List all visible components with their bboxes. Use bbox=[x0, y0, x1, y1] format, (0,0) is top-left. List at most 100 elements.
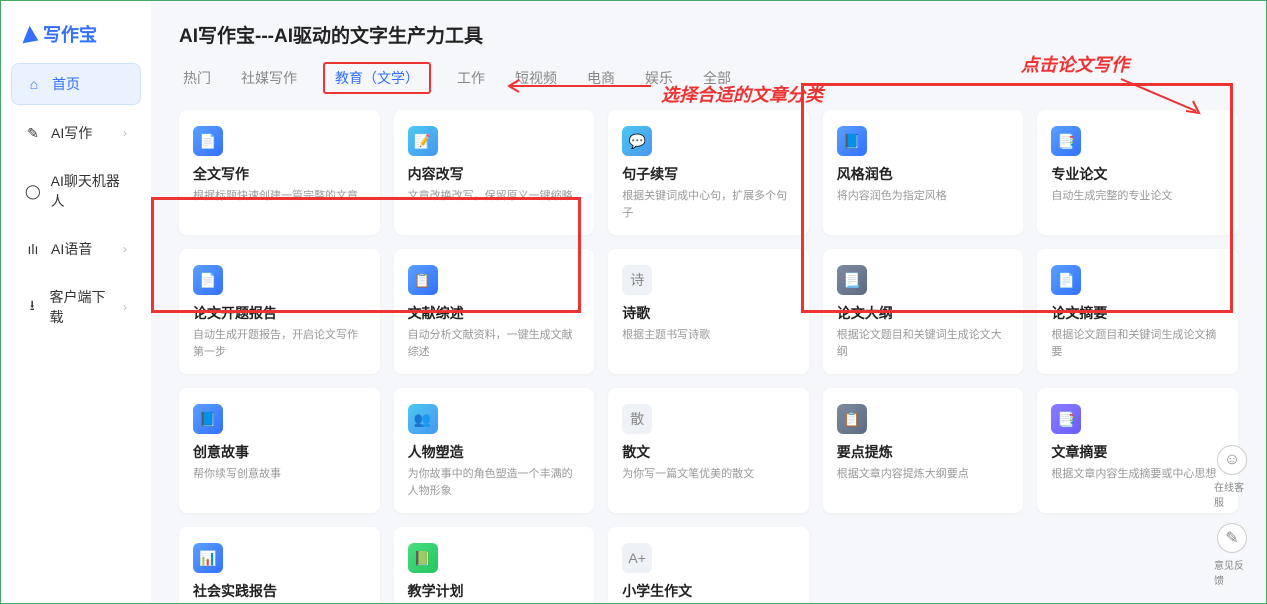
card-desc: 根据文章内容生成摘要或中心思想 bbox=[1051, 466, 1224, 483]
annotation-category: 选择合适的文章分类 bbox=[661, 81, 823, 107]
card-item[interactable]: 📗教学计划根据课程内容快速生成千字教案 bbox=[394, 527, 595, 603]
sidebar-item-download[interactable]: ⭳ 客户端下载 › bbox=[11, 277, 141, 337]
arrow-essay-icon bbox=[1111, 71, 1211, 121]
sidebar-item-ai-chat[interactable]: ◯ AI聊天机器人 bbox=[11, 161, 141, 221]
tab-hot[interactable]: 热门 bbox=[179, 62, 215, 94]
card-item[interactable]: 📑文章摘要根据文章内容生成摘要或中心思想 bbox=[1037, 388, 1238, 513]
sidebar-item-ai-voice[interactable]: ılı AI语音 › bbox=[11, 229, 141, 269]
card-title: 全文写作 bbox=[193, 164, 366, 184]
card-item[interactable]: 👥人物塑造为你故事中的角色塑造一个丰满的人物形象 bbox=[394, 388, 595, 513]
card-desc: 将内容润色为指定风格 bbox=[837, 188, 1010, 205]
card-icon: 📊 bbox=[193, 543, 223, 573]
card-item[interactable]: 💬 句子续写根据关键词成中心句，扩展多个句子 bbox=[608, 110, 809, 235]
headset-icon: ☺ bbox=[1217, 445, 1247, 475]
card-desc: 根据主题书写诗歌 bbox=[622, 327, 795, 344]
card-icon: 📃 bbox=[837, 265, 867, 295]
card-desc: 根据关键词成中心句，扩展多个句子 bbox=[622, 188, 795, 221]
card-title: 要点提炼 bbox=[837, 442, 1010, 462]
card-icon: 📄 bbox=[1051, 265, 1081, 295]
card-item[interactable]: 📊社会实践报告根据实践内容生成一篇实践报告 bbox=[179, 527, 380, 603]
brand-logo: 写作宝 bbox=[11, 13, 141, 55]
sidebar-item-label: AI聊天机器人 bbox=[51, 171, 127, 211]
card-desc: 文章改换改写，保留原义一键缩略 bbox=[408, 188, 581, 205]
card-icon: 散 bbox=[622, 404, 652, 434]
feedback-label: 意见反馈 bbox=[1214, 557, 1250, 587]
sidebar-item-label: AI语音 bbox=[51, 239, 92, 259]
card-desc: 根据文章内容提炼大纲要点 bbox=[837, 466, 1010, 483]
card-title: 论文大纲 bbox=[837, 303, 1010, 323]
card-title: 诗歌 bbox=[622, 303, 795, 323]
card-item[interactable]: 📋 文献综述自动分析文献资料，一键生成文献综述 bbox=[394, 249, 595, 374]
card-desc: 为你故事中的角色塑造一个丰满的人物形象 bbox=[408, 466, 581, 499]
card-item[interactable]: 📝 内容改写文章改换改写，保留原义一键缩略 bbox=[394, 110, 595, 235]
cards-grid: 📄 全文写作根据标题快速创建一篇完整的文章 📝 内容改写文章改换改写，保留原义一键缩略… bbox=[179, 110, 1238, 603]
chevron-right-icon: › bbox=[123, 242, 127, 256]
card-desc: 根据论文题目和关键词生成论文大纲 bbox=[837, 327, 1010, 360]
card-desc: 为你写一篇文笔优美的散文 bbox=[622, 466, 795, 483]
card-icon: 📗 bbox=[408, 543, 438, 573]
tab-work[interactable]: 工作 bbox=[453, 62, 489, 94]
arrow-category-icon bbox=[501, 71, 661, 101]
card-item[interactable]: 📘 风格润色将内容润色为指定风格 bbox=[823, 110, 1024, 235]
sidebar-item-ai-write[interactable]: ✎ AI写作 › bbox=[11, 113, 141, 153]
card-item[interactable]: 📄 全文写作根据标题快速创建一篇完整的文章 bbox=[179, 110, 380, 235]
card-item[interactable]: 诗诗歌根据主题书写诗歌 bbox=[608, 249, 809, 374]
feedback-button[interactable]: ✎ 意见反馈 bbox=[1214, 523, 1250, 587]
card-desc: 根据论文题目和关键词生成论文摘要 bbox=[1051, 327, 1224, 360]
card-desc: 自动分析文献资料，一键生成文献综述 bbox=[408, 327, 581, 360]
support-button[interactable]: ☺ 在线客服 bbox=[1214, 445, 1250, 509]
card-title: 论文开题报告 bbox=[193, 303, 366, 323]
card-desc: 自动生成开题报告，开启论文写作第一步 bbox=[193, 327, 366, 360]
chat-icon: ◯ bbox=[25, 183, 41, 199]
card-desc: 根据标题快速创建一篇完整的文章 bbox=[193, 188, 366, 205]
card-icon: A+ bbox=[622, 543, 652, 573]
card-icon: 📄 bbox=[193, 265, 223, 295]
card-item[interactable]: 📃 论文大纲根据论文题目和关键词生成论文大纲 bbox=[823, 249, 1024, 374]
card-item[interactable]: 📄 论文摘要根据论文题目和关键词生成论文摘要 bbox=[1037, 249, 1238, 374]
card-item[interactable]: A+小学生作文为中小学生作文题目提供优秀范文 bbox=[608, 527, 809, 603]
card-item[interactable]: 📑 专业论文自动生成完整的专业论文 bbox=[1037, 110, 1238, 235]
card-title: 小学生作文 bbox=[622, 581, 795, 601]
card-item[interactable]: 📋要点提炼根据文章内容提炼大纲要点 bbox=[823, 388, 1024, 513]
sidebar-item-label: 客户端下载 bbox=[50, 287, 113, 327]
card-item[interactable]: 📘 创意故事帮你续写创意故事 bbox=[179, 388, 380, 513]
logo-icon bbox=[20, 25, 39, 44]
card-title: 社会实践报告 bbox=[193, 581, 366, 601]
card-icon: 📘 bbox=[837, 126, 867, 156]
card-title: 风格润色 bbox=[837, 164, 1010, 184]
card-title: 文献综述 bbox=[408, 303, 581, 323]
card-title: 人物塑造 bbox=[408, 442, 581, 462]
card-icon: 📄 bbox=[193, 126, 223, 156]
card-title: 论文摘要 bbox=[1051, 303, 1224, 323]
tab-social[interactable]: 社媒写作 bbox=[237, 62, 301, 94]
card-desc: 自动生成完整的专业论文 bbox=[1051, 188, 1224, 205]
main-content: AI写作宝---AI驱动的文字生产力工具 热门 社媒写作 教育（文学） 工作 短… bbox=[151, 1, 1266, 603]
card-icon: 📘 bbox=[193, 404, 223, 434]
card-icon: 📑 bbox=[1051, 404, 1081, 434]
tab-education[interactable]: 教育（文学） bbox=[323, 62, 431, 94]
card-icon: 诗 bbox=[622, 265, 652, 295]
card-title: 创意故事 bbox=[193, 442, 366, 462]
card-icon: 📋 bbox=[408, 265, 438, 295]
floating-actions: ☺ 在线客服 ✎ 意见反馈 bbox=[1214, 445, 1250, 587]
card-icon: 📝 bbox=[408, 126, 438, 156]
card-item[interactable]: 散散文为你写一篇文笔优美的散文 bbox=[608, 388, 809, 513]
card-icon: 📑 bbox=[1051, 126, 1081, 156]
sidebar-item-label: 首页 bbox=[52, 74, 80, 94]
card-title: 专业论文 bbox=[1051, 164, 1224, 184]
brand-name: 写作宝 bbox=[43, 21, 97, 47]
audio-icon: ılı bbox=[25, 241, 41, 257]
card-item[interactable]: 📄 论文开题报告自动生成开题报告，开启论文写作第一步 bbox=[179, 249, 380, 374]
chevron-right-icon: › bbox=[123, 300, 127, 314]
card-title: 内容改写 bbox=[408, 164, 581, 184]
home-icon: ⌂ bbox=[26, 76, 42, 92]
download-icon: ⭳ bbox=[25, 299, 40, 315]
sidebar-item-home[interactable]: ⌂ 首页 bbox=[11, 63, 141, 105]
card-desc: 帮你续写创意故事 bbox=[193, 466, 366, 483]
card-icon: 💬 bbox=[622, 126, 652, 156]
page-title: AI写作宝---AI驱动的文字生产力工具 bbox=[179, 21, 1238, 48]
card-title: 句子续写 bbox=[622, 164, 795, 184]
chevron-right-icon: › bbox=[123, 126, 127, 140]
sidebar-item-label: AI写作 bbox=[51, 123, 92, 143]
sidebar: 写作宝 ⌂ 首页 ✎ AI写作 › ◯ AI聊天机器人 ılı AI语音 › ⭳… bbox=[1, 1, 151, 603]
